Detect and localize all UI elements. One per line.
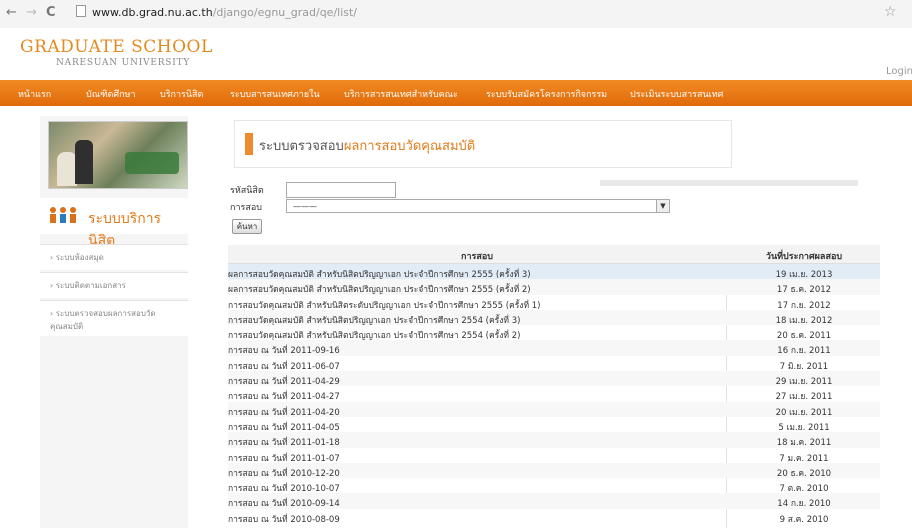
site-header: GRADUATE SCHOOL NARESUAN UNIVERSITY Logi… <box>0 28 912 80</box>
bookmark-star-icon[interactable]: ☆ <box>884 4 897 20</box>
nav-item-internal-info[interactable]: ระบบสารสนเทศภายใน <box>230 87 320 101</box>
table-row[interactable]: การสอบ ณ วันที่ 2011-04-29 29 เม.ย. 2011 <box>228 371 880 387</box>
sidebar-link-label: ระบบห้องสมุด <box>55 253 104 262</box>
student-id-label: รหัสนิสิต <box>230 186 264 196</box>
dropdown-arrow-icon[interactable]: ▼ <box>656 200 669 212</box>
table-row[interactable]: ผลการสอบวัดคุณสมบัติ สำหรับนิสิตปริญญาเอ… <box>228 264 880 280</box>
nav-item-evaluate[interactable]: ประเมินระบบสารสนเทศ <box>630 87 723 101</box>
student-id-input[interactable] <box>286 182 396 198</box>
table-row[interactable]: การสอบ ณ วันที่ 2011-01-07 7 ม.ค. 2011 <box>228 448 880 464</box>
table-header: การสอบ วันที่ประกาศผลสอบ <box>228 245 880 264</box>
header-date: วันที่ประกาศผลสอบ <box>765 252 843 262</box>
table-row[interactable]: การสอบ ณ วันที่ 2010-12-20 20 ธ.ค. 2010 <box>228 462 880 479</box>
reload-button[interactable]: C <box>46 5 56 20</box>
logo-title[interactable]: GRADUATE SCHOOL <box>20 37 213 57</box>
exam-select[interactable]: ——— ▼ <box>286 199 670 213</box>
url-domain: www.db.grad.nu.ac.th <box>92 6 213 19</box>
divider-bar <box>600 180 858 186</box>
main-nav: หน้าแรก บัณฑิตศึกษา บริการนิสิต ระบบสารส… <box>0 80 912 106</box>
header-exam: การสอบ <box>461 252 493 262</box>
title-accent-bar <box>245 133 253 155</box>
table-row[interactable]: การสอบ ณ วันที่ 2011-01-18 18 ม.ค. 2011 <box>228 432 880 448</box>
nav-item-faculty-info[interactable]: บริการสารสนเทศสำหรับคณะ <box>344 87 458 101</box>
sidebar-link-document-tracking[interactable]: › ระบบติดตามเอกสาร <box>40 272 188 298</box>
announce-date-cell: 9 ส.ค. 2010 <box>779 514 829 525</box>
nav-item-activity-register[interactable]: ระบบรับสมัครโครงการกิจกรรม <box>486 87 607 101</box>
table-row[interactable]: การสอบ ณ วันที่ 2011-04-20 20 เม.ย. 2011 <box>228 401 880 418</box>
search-button[interactable]: ค้นหา <box>232 219 262 234</box>
table-row[interactable]: การสอบวัดคุณสมบัติ สำหรับนิสิตระดับปริญญ… <box>228 295 880 311</box>
page-title-highlight: ผลการสอบวัดคุณสมบัติ <box>343 139 476 154</box>
page-title-box: ระบบตรวจสอบผลการสอบวัดคุณสมบัติ <box>234 120 732 168</box>
service-heading: ระบบบริการนิสิต <box>40 198 188 249</box>
browser-toolbar: ← → C www.db.grad.nu.ac.th/django/egnu_g… <box>0 0 912 29</box>
sidebar-link-label: ระบบติดตามเอกสาร <box>55 281 126 290</box>
nav-item-student-service[interactable]: บริการนิสิต <box>160 87 203 101</box>
page-title: ระบบตรวจสอบผลการสอบวัดคุณสมบัติ <box>259 135 475 156</box>
sidebar-link-library[interactable]: › ระบบห้องสมุด <box>40 244 188 270</box>
banner-sign <box>125 152 179 174</box>
table-row[interactable]: การสอบ ณ วันที่ 2011-04-05 5 เม.ย. 2011 <box>228 417 880 433</box>
people-icon <box>48 206 78 228</box>
url-path: /django/egnu_grad/qe/list/ <box>212 6 358 19</box>
nav-item-home[interactable]: หน้าแรก <box>18 87 51 101</box>
page-icon <box>76 5 86 17</box>
logo-subtitle: NARESUAN UNIVERSITY <box>56 58 191 68</box>
back-button[interactable]: ← <box>6 5 17 20</box>
banner-figure <box>75 140 93 184</box>
table-row[interactable]: การสอบวัดคุณสมบัติ สำหรับนิสิตปริญญาเอก … <box>228 309 880 326</box>
table-row[interactable]: การสอบ ณ วันที่ 2010-08-09 9 ส.ค. 2010 <box>228 509 880 526</box>
table-body: ผลการสอบวัดคุณสมบัติ สำหรับนิสิตปริญญาเอ… <box>228 264 880 526</box>
sidebar-link-label: ระบบตรวจสอบผลการสอบวัดคุณสมบัติ <box>50 309 156 331</box>
table-row[interactable]: การสอบ ณ วันที่ 2010-09-14 14 ก.ย. 2010 <box>228 493 880 509</box>
table-row[interactable]: การสอบวัดคุณสมบัติ สำหรับนิสิตปริญญาเอก … <box>228 325 880 341</box>
sidebar-banner-image <box>48 121 188 189</box>
page-title-prefix: ระบบตรวจสอบ <box>259 139 344 154</box>
table-row[interactable]: การสอบ ณ วันที่ 2011-04-27 27 เม.ย. 2011 <box>228 386 880 402</box>
forward-button[interactable]: → <box>26 5 37 20</box>
exam-name-cell[interactable]: การสอบ ณ วันที่ 2010-08-09 <box>228 512 724 526</box>
exam-label: การสอบ <box>230 203 262 213</box>
table-row[interactable]: การสอบ ณ วันที่ 2011-09-16 16 ก.ย. 2011 <box>228 340 880 356</box>
exam-select-value: ——— <box>293 202 317 211</box>
sidebar-link-exam-results[interactable]: › ระบบตรวจสอบผลการสอบวัดคุณสมบัติ <box>40 300 188 336</box>
banner-figure <box>57 152 77 186</box>
login-link[interactable]: Login <box>886 66 912 77</box>
address-bar[interactable]: www.db.grad.nu.ac.th/django/egnu_grad/qe… <box>76 4 357 22</box>
table-row[interactable]: ผลการสอบวัดคุณสมบัติ สำหรับนิสิตปริญญาเอ… <box>228 279 880 295</box>
nav-item-graduate[interactable]: บัณฑิตศึกษา <box>86 87 136 101</box>
table-row[interactable]: การสอบ ณ วันที่ 2010-10-07 7 ต.ค. 2010 <box>228 478 880 494</box>
table-row[interactable]: การสอบ ณ วันที่ 2011-06-07 7 มิ.ย. 2011 <box>228 356 880 372</box>
exam-table: การสอบ วันที่ประกาศผลสอบ ผลการสอบวัดคุณส… <box>228 245 880 526</box>
